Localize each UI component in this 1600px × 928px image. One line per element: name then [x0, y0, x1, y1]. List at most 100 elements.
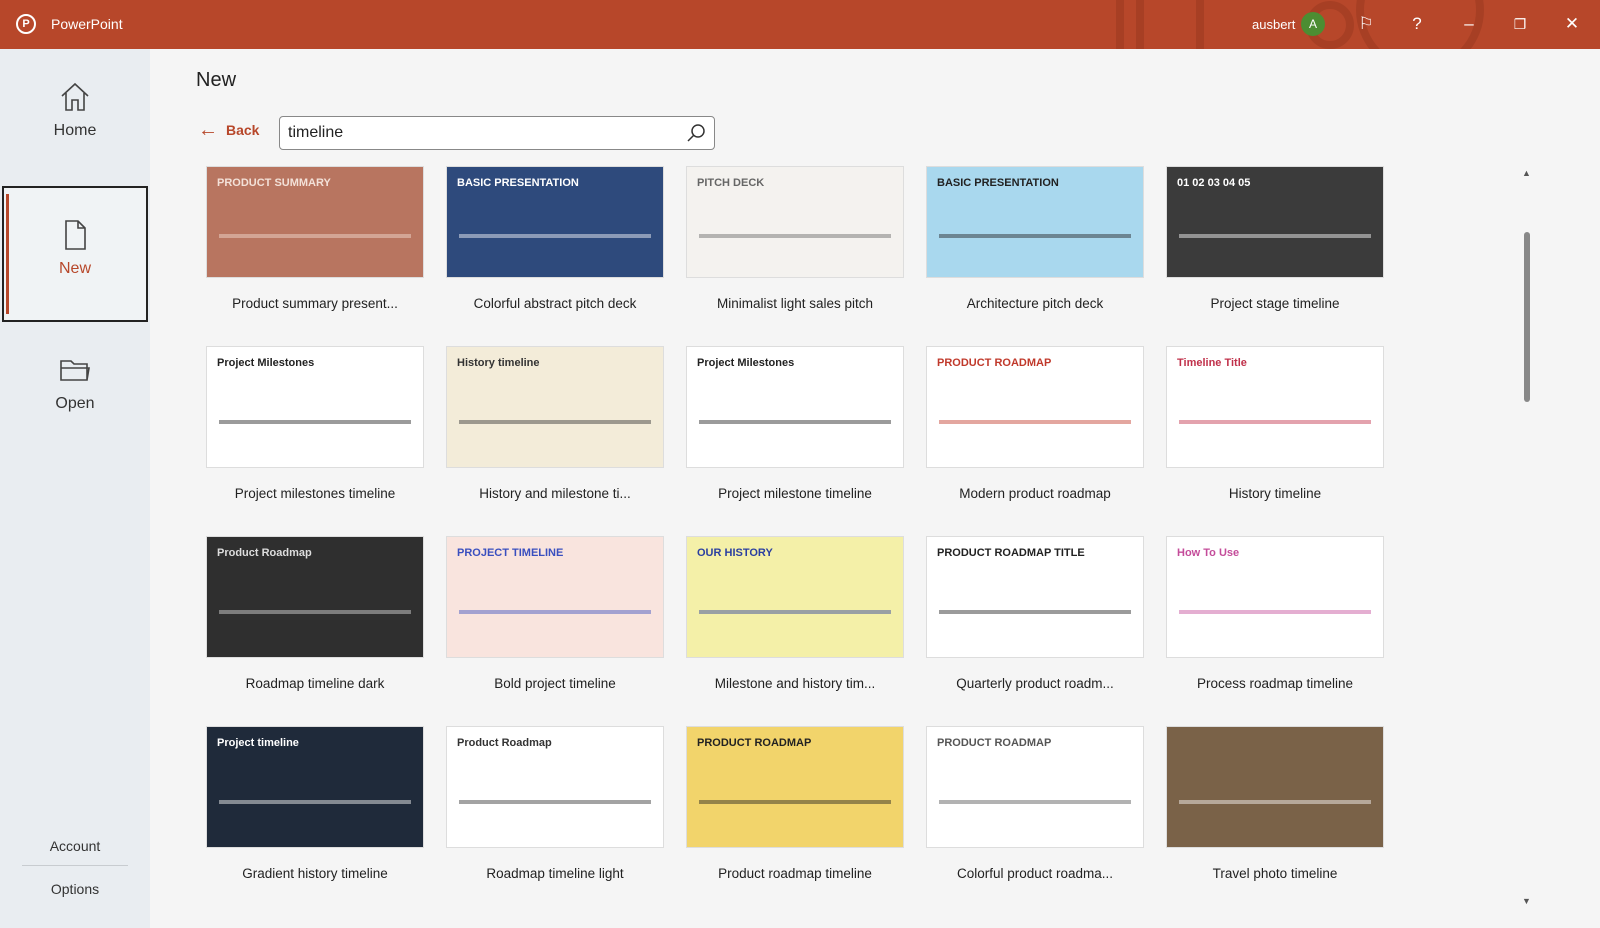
thumbnail-text: PRODUCT SUMMARY [217, 177, 331, 189]
thumbnail-text: BASIC PRESENTATION [457, 177, 579, 189]
sidebar: Home New Open Account Options [0, 49, 150, 928]
sidebar-item-label: New [58, 260, 91, 277]
template-thumbnail[interactable]: History timeline [446, 346, 664, 468]
thumbnail-timeline-bar [699, 420, 891, 425]
template-tile[interactable]: PRODUCT ROADMAP Product roadmap timeline [686, 726, 904, 881]
close-icon[interactable]: ✕ [1560, 12, 1584, 36]
template-thumbnail[interactable]: Project Milestones [686, 346, 904, 468]
template-label: Roadmap timeline dark [245, 676, 385, 691]
options-link[interactable]: Options [0, 881, 150, 897]
thumbnail-timeline-bar [939, 234, 1131, 239]
template-tile[interactable]: OUR HISTORY Milestone and history tim... [686, 536, 904, 691]
template-thumbnail[interactable]: Project timeline [206, 726, 424, 848]
sidebar-item-new[interactable]: New [2, 186, 148, 322]
feedback-icon[interactable]: ⚐ [1354, 12, 1378, 36]
template-thumbnail[interactable]: How To Use [1166, 536, 1384, 658]
template-thumbnail[interactable]: BASIC PRESENTATION [926, 166, 1144, 278]
thumbnail-timeline-bar [459, 234, 651, 239]
thumbnail-timeline-bar [459, 420, 651, 425]
sidebar-item-home[interactable]: Home [2, 50, 148, 186]
template-tile[interactable]: Project timeline Gradient history timeli… [206, 726, 424, 881]
thumbnail-timeline-bar [1179, 610, 1371, 615]
template-label: Roadmap timeline light [486, 866, 624, 881]
minimize-icon[interactable]: – [1457, 12, 1481, 36]
template-tile[interactable]: History timeline History and milestone t… [446, 346, 664, 501]
template-tile[interactable]: PRODUCT ROADMAP Colorful product roadma.… [926, 726, 1144, 881]
thumbnail-timeline-bar [1179, 234, 1371, 239]
thumbnail-timeline-bar [939, 800, 1131, 805]
restore-icon[interactable]: ❐ [1508, 12, 1532, 36]
user-name[interactable]: ausbert [1252, 17, 1295, 32]
template-thumbnail[interactable]: Project Milestones [206, 346, 424, 468]
template-tile[interactable]: Timeline Title History timeline [1166, 346, 1384, 501]
template-thumbnail[interactable]: PRODUCT SUMMARY [206, 166, 424, 278]
thumbnail-text: PRODUCT ROADMAP TITLE [937, 547, 1085, 559]
template-thumbnail[interactable]: Product Roadmap [446, 726, 664, 848]
template-thumbnail[interactable]: PROJECT TIMELINE [446, 536, 664, 658]
template-thumbnail[interactable]: PITCH DECK [686, 166, 904, 278]
scrollbar-thumb[interactable] [1524, 232, 1530, 402]
template-label: Colorful abstract pitch deck [473, 296, 637, 311]
template-label: Product summary present... [232, 296, 398, 311]
template-tile[interactable]: PRODUCT SUMMARY Product summary present.… [206, 166, 424, 311]
document-icon [65, 220, 86, 250]
template-label: Modern product roadmap [959, 486, 1111, 501]
scroll-up-icon[interactable]: ▲ [1522, 168, 1531, 178]
avatar[interactable]: A [1301, 12, 1325, 36]
template-thumbnail[interactable]: PRODUCT ROADMAP [686, 726, 904, 848]
template-tile[interactable]: 01 02 03 04 05 Project stage timeline [1166, 166, 1384, 311]
template-thumbnail[interactable]: 01 02 03 04 05 [1166, 166, 1384, 278]
thumbnail-text: Project Milestones [217, 357, 315, 369]
search-icon[interactable] [686, 123, 706, 143]
template-label: Project milestone timeline [718, 486, 872, 501]
template-tile[interactable]: PRODUCT ROADMAP TITLE Quarterly product … [926, 536, 1144, 691]
template-thumbnail[interactable]: PRODUCT ROADMAP [926, 726, 1144, 848]
search-input[interactable] [288, 124, 668, 142]
thumbnail-text: Project Milestones [697, 357, 795, 369]
thumbnail-text: PRODUCT ROADMAP [937, 737, 1052, 749]
template-tile[interactable]: Project Milestones Project milestone tim… [686, 346, 904, 501]
template-tile[interactable]: Product Roadmap Roadmap timeline dark [206, 536, 424, 691]
template-tile[interactable]: BASIC PRESENTATION Architecture pitch de… [926, 166, 1144, 311]
template-tile[interactable]: How To Use Process roadmap timeline [1166, 536, 1384, 691]
template-thumbnail[interactable]: PRODUCT ROADMAP [926, 346, 1144, 468]
back-label: Back [226, 122, 260, 138]
scroll-down-icon[interactable]: ▼ [1522, 896, 1531, 906]
template-thumbnail[interactable]: PRODUCT ROADMAP TITLE [926, 536, 1144, 658]
template-tile[interactable]: BASIC PRESENTATION Colorful abstract pit… [446, 166, 664, 311]
template-tile[interactable]: Project Milestones Project milestones ti… [206, 346, 424, 501]
home-icon [61, 82, 89, 111]
sidebar-item-label: Open [55, 395, 95, 412]
back-button[interactable]: ← Back [198, 120, 260, 140]
title-bar: P PowerPoint ausbert A ⚐ ? – ❐ ✕ [0, 0, 1600, 49]
scrollbar[interactable]: ▲ ▼ [1520, 168, 1534, 908]
template-tile[interactable]: Product Roadmap Roadmap timeline light [446, 726, 664, 881]
thumbnail-text: Project timeline [217, 737, 299, 749]
thumbnail-timeline-bar [219, 610, 411, 615]
template-label: Milestone and history tim... [714, 676, 876, 691]
template-label: Bold project timeline [494, 676, 616, 691]
thumbnail-text: Product Roadmap [457, 737, 552, 749]
template-thumbnail[interactable]: Product Roadmap [206, 536, 424, 658]
template-thumbnail[interactable]: Timeline Title [1166, 346, 1384, 468]
thumbnail-timeline-bar [1179, 420, 1371, 425]
sidebar-item-open[interactable]: Open [2, 323, 148, 459]
template-thumbnail[interactable]: BASIC PRESENTATION [446, 166, 664, 278]
template-tile[interactable]: PRODUCT ROADMAP Modern product roadmap [926, 346, 1144, 501]
thumbnail-timeline-bar [699, 610, 891, 615]
template-thumbnail[interactable] [1166, 726, 1384, 848]
template-label: Architecture pitch deck [966, 296, 1104, 311]
template-label: History and milestone ti... [479, 486, 631, 501]
template-tile[interactable]: Travel photo timeline [1166, 726, 1384, 881]
template-label: Project stage timeline [1210, 296, 1340, 311]
thumbnail-timeline-bar [939, 610, 1131, 615]
search-box[interactable] [279, 116, 715, 150]
template-tile[interactable]: PROJECT TIMELINE Bold project timeline [446, 536, 664, 691]
account-link[interactable]: Account [0, 838, 150, 854]
template-label: Gradient history timeline [242, 866, 388, 881]
thumbnail-text: Timeline Title [1177, 357, 1247, 369]
thumbnail-text: PRODUCT ROADMAP [697, 737, 812, 749]
template-tile[interactable]: PITCH DECK Minimalist light sales pitch [686, 166, 904, 311]
template-thumbnail[interactable]: OUR HISTORY [686, 536, 904, 658]
help-icon[interactable]: ? [1405, 12, 1429, 36]
